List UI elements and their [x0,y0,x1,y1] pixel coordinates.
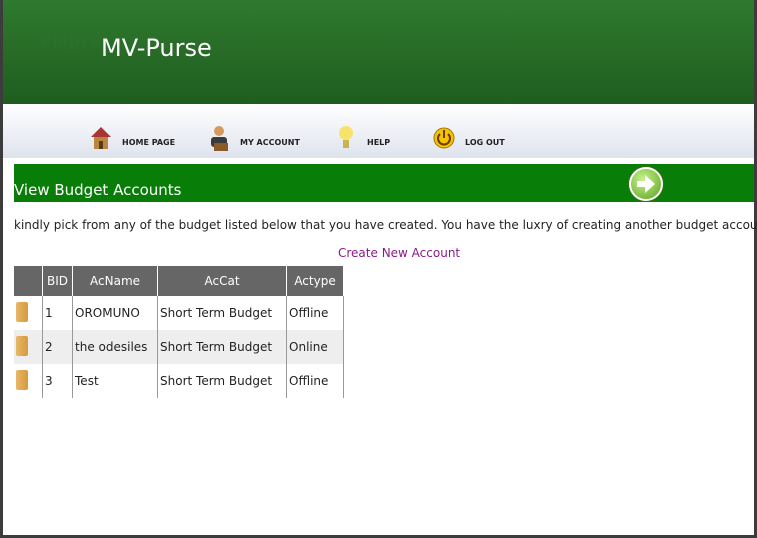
site-header: eMpre MV-Purse [3,0,754,104]
cell-bid: 1 [42,296,74,330]
next-arrow-icon[interactable] [629,167,663,201]
header-acname: AcName [72,266,159,296]
app-window: eMpre MV-Purse HOME PAGE MY ACCOUNT HELP [0,0,757,538]
cell-actype: Offline [286,296,345,330]
cell-acname: Test [72,364,159,398]
nav-my-account[interactable]: MY ACCOUNT [206,109,300,153]
folder-icon[interactable] [14,330,43,364]
nav-logout-label: LOG OUT [465,138,505,147]
app-title: MV-Purse [101,34,212,62]
nav-log-out[interactable]: LOG OUT [431,109,505,153]
cell-accat: Short Term Budget [157,330,288,364]
table-row[interactable]: 3 Test Short Term Budget Offline [14,364,345,398]
table-row[interactable]: 1 OROMUNO Short Term Budget Offline [14,296,345,330]
nav-help[interactable]: HELP [333,109,390,153]
cell-actype: Online [286,330,345,364]
header-accat: AcCat [157,266,288,296]
account-icon [206,123,232,153]
cell-accat: Short Term Budget [157,296,288,330]
header-actype: Actype [286,266,345,296]
cell-bid: 3 [42,364,74,398]
table-header-row: BID AcName AcCat Actype [14,266,345,296]
folder-icon[interactable] [14,296,43,330]
budget-accounts-table: BID AcName AcCat Actype 1 OROMUNO Short … [14,266,345,398]
header-bid: BID [42,266,74,296]
nav-home-page[interactable]: HOME PAGE [88,109,175,153]
cell-accat: Short Term Budget [157,364,288,398]
home-icon [88,123,114,153]
top-nav: HOME PAGE MY ACCOUNT HELP LOG OUT [3,104,754,158]
section-title: View Budget Accounts [14,181,182,199]
empre-logo: eMpre [36,30,102,64]
create-new-account-link[interactable]: Create New Account [338,246,460,260]
cell-bid: 2 [42,330,74,364]
help-icon [333,123,359,153]
folder-icon[interactable] [14,364,43,398]
logout-icon [431,123,457,153]
table-row[interactable]: 2 the odesiles Short Term Budget Online [14,330,345,364]
cell-actype: Offline [286,364,345,398]
logo-text: eMpre [40,31,102,50]
intro-text: kindly pick from any of the budget liste… [14,218,757,232]
nav-home-label: HOME PAGE [122,138,176,147]
nav-account-label: MY ACCOUNT [240,138,300,147]
header-icon-col [14,266,43,296]
cell-acname: OROMUNO [72,296,159,330]
cell-acname: the odesiles [72,330,159,364]
nav-help-label: HELP [367,138,391,147]
section-header: View Budget Accounts [14,164,754,202]
